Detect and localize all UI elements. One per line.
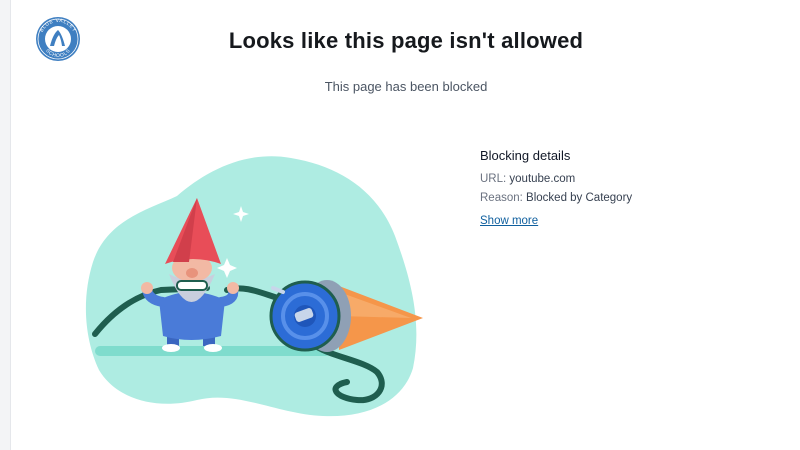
page: BLUE VALLEY SCHOOLS Looks like this page… — [10, 0, 800, 450]
reason-row: Reason: Blocked by Category — [480, 192, 780, 204]
blocking-details: Blocking details URL: youtube.com Reason… — [480, 148, 780, 229]
show-more-link[interactable]: Show more — [480, 215, 538, 227]
illustration-blob — [85, 156, 417, 417]
url-row: URL: youtube.com — [480, 173, 780, 185]
url-value: youtube.com — [509, 173, 576, 185]
page-title: Looks like this page isn't allowed — [228, 28, 584, 53]
reason-label: Reason: — [480, 192, 523, 204]
url-label: URL: — [480, 173, 507, 185]
blocking-details-heading: Blocking details — [480, 148, 571, 163]
reason-value: Blocked by Category — [526, 192, 633, 204]
gnome-cutting-cable-illustration — [85, 156, 423, 417]
page-subtitle: This page has been blocked — [324, 79, 488, 94]
